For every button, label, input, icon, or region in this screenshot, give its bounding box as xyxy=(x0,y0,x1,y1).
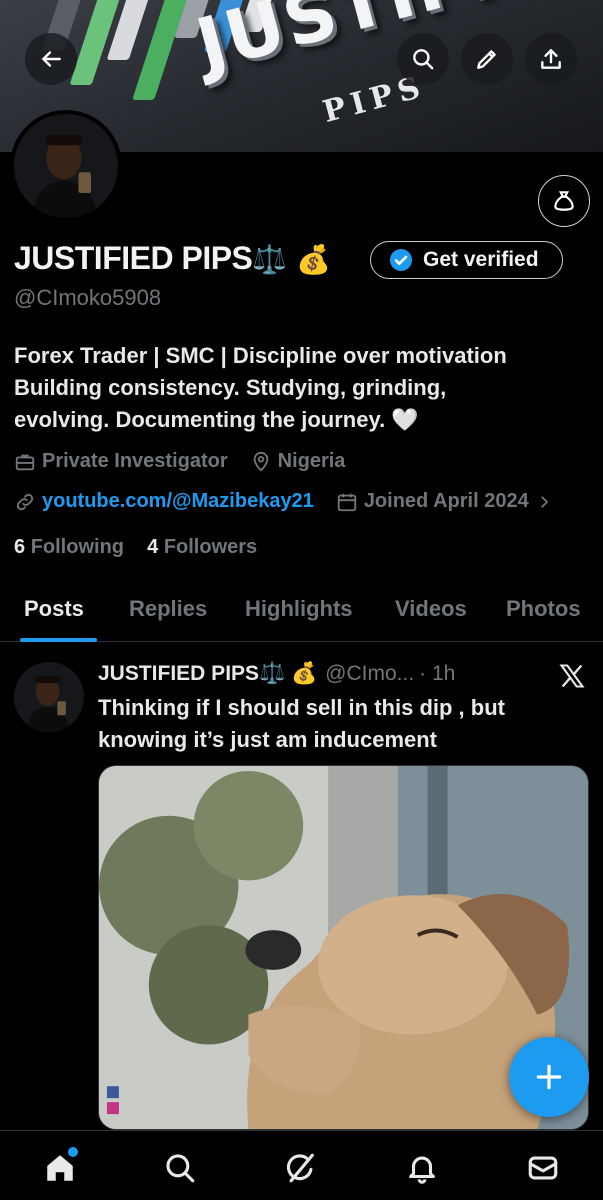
following-link[interactable]: 6 Following xyxy=(14,536,124,558)
bio-line: Forex Trader | SMC | Discipline over mot… xyxy=(14,343,507,368)
post-text-line: knowing it’s just am inducement xyxy=(98,727,438,752)
follow-stats: 6 Following 4 Followers xyxy=(14,536,257,559)
avatar-image xyxy=(14,662,84,732)
location-icon xyxy=(253,451,268,472)
followers-count: 4 xyxy=(147,536,159,558)
grok-icon xyxy=(286,1153,314,1183)
post-time: · 1h xyxy=(419,662,456,685)
post-avatar[interactable] xyxy=(14,662,84,732)
money-bag-icon xyxy=(554,191,574,211)
tab-photos[interactable]: Photos xyxy=(506,596,581,622)
share-icon xyxy=(541,49,561,69)
get-verified-button[interactable]: Get verified xyxy=(370,241,563,279)
profile-name-emoji: ⚖️ 💰 xyxy=(252,243,331,276)
post-text: Thinking if I should sell in this dip , … xyxy=(98,692,578,756)
profile-meta-row: youtube.com/@Mazibekay21 Joined April 20… xyxy=(14,490,559,513)
profile-website-link[interactable]: youtube.com/@Mazibekay21 xyxy=(42,490,314,513)
tab-posts[interactable]: Posts xyxy=(24,596,84,622)
briefcase-icon xyxy=(15,454,35,470)
post-header: JUSTIFIED PIPS⚖️ 💰 @CImo... · 1h xyxy=(98,662,455,686)
followers-link[interactable]: 4 Followers xyxy=(147,536,257,558)
nav-notifications[interactable] xyxy=(405,1151,439,1185)
profile-joined: Joined April 2024 xyxy=(363,490,529,512)
post-author-name[interactable]: JUSTIFIED PIPS⚖️ 💰 xyxy=(98,662,317,686)
back-button[interactable] xyxy=(25,33,77,85)
edit-button[interactable] xyxy=(461,33,513,85)
followers-label: Followers xyxy=(163,536,258,558)
tab-replies[interactable]: Replies xyxy=(129,596,207,622)
post-text-line: Thinking if I should sell in this dip , … xyxy=(98,695,505,720)
bottom-navigation xyxy=(0,1130,603,1200)
profile-name: JUSTIFIED PIPS⚖️ 💰 xyxy=(14,240,331,277)
profile-tabs: Posts Replies Highlights Videos Photos xyxy=(0,584,603,642)
x-logo-icon[interactable] xyxy=(558,662,586,690)
bell-icon xyxy=(409,1156,435,1184)
chevron-right-icon[interactable] xyxy=(535,493,553,511)
following-label: Following xyxy=(30,536,124,558)
nav-search[interactable] xyxy=(163,1151,197,1185)
profile-name-text: JUSTIFIED PIPS xyxy=(14,240,253,276)
nav-grok[interactable] xyxy=(284,1151,318,1185)
get-verified-label: Get verified xyxy=(423,248,539,271)
edit-icon xyxy=(477,50,496,69)
profile-category: Private Investigator xyxy=(42,450,228,472)
verified-badge-icon xyxy=(390,249,412,271)
search-button[interactable] xyxy=(397,33,449,85)
plus-icon xyxy=(536,1064,562,1090)
search-icon xyxy=(166,1154,195,1183)
tab-highlights[interactable]: Highlights xyxy=(245,596,353,622)
share-button[interactable] xyxy=(525,33,577,85)
profile-bio: Forex Trader | SMC | Discipline over mot… xyxy=(14,340,589,436)
compose-post-button[interactable] xyxy=(509,1037,589,1117)
following-count: 6 xyxy=(14,536,26,558)
tab-videos[interactable]: Videos xyxy=(395,596,467,622)
post-author-handle[interactable]: @CImo... xyxy=(325,662,414,686)
link-icon xyxy=(16,493,34,510)
profile-meta-row: Private Investigator Nigeria xyxy=(14,450,345,473)
profile-location: Nigeria xyxy=(277,450,346,472)
nav-messages[interactable] xyxy=(526,1151,560,1185)
mail-icon xyxy=(528,1156,558,1180)
purchases-button[interactable] xyxy=(538,175,590,227)
bio-line: evolving. Documenting the journey. 🤍 xyxy=(14,407,419,432)
back-icon xyxy=(42,51,61,67)
active-tab-indicator xyxy=(20,638,97,642)
calendar-icon xyxy=(337,493,356,511)
bio-line: Building consistency. Studying, grinding… xyxy=(14,375,447,400)
search-icon xyxy=(413,49,434,70)
avatar-image xyxy=(14,114,118,218)
profile-handle: @CImoko5908 xyxy=(14,285,162,310)
notification-dot xyxy=(68,1147,78,1157)
profile-avatar[interactable] xyxy=(10,110,122,222)
